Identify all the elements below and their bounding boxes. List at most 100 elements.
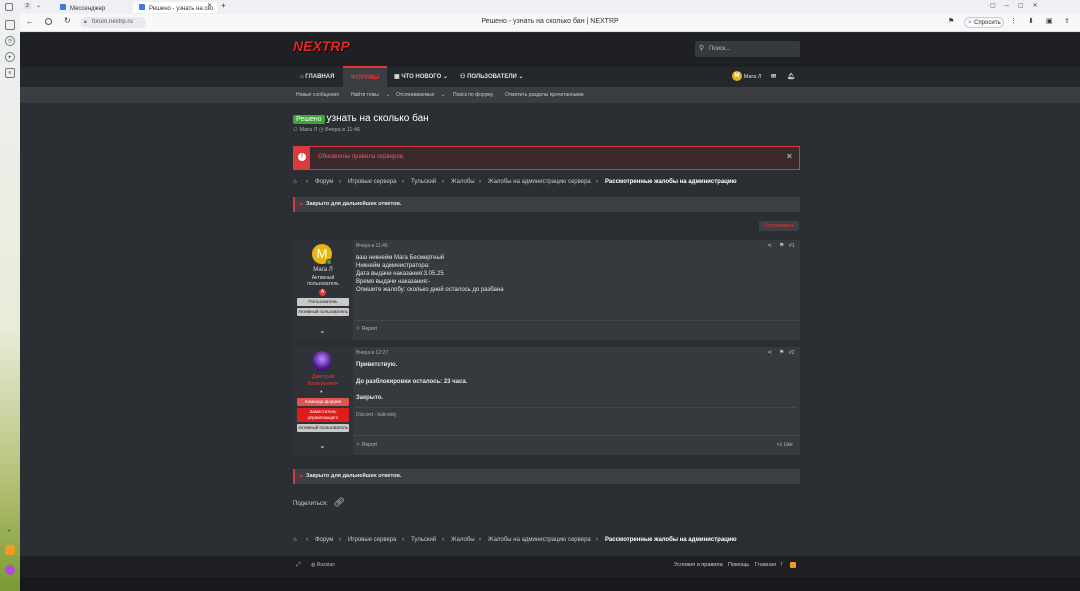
account-menu[interactable]: М Мага Л [732,67,761,87]
bookmark-icon[interactable]: ⚑ [779,349,784,356]
bell-icon[interactable]: 🔔︎ [787,67,795,87]
breadcrumb-current[interactable]: Рассмотренные жалобы на администрацию [605,179,737,185]
page-title-text: Решено - узнать на сколько бан | NEXTRP [481,18,619,25]
bookmark-icon[interactable]: ⚑ [779,242,784,249]
tab-forum[interactable]: Решено - узнать на ско [133,2,217,13]
messenger-icon [60,4,66,10]
breadcrumb-item[interactable]: Жалобы [451,179,475,185]
add-icon[interactable]: + [7,528,11,535]
breadcrumb-item[interactable]: Игровые сервера [348,537,396,543]
chevron-down-icon[interactable]: ⌄ [319,441,326,450]
breadcrumb-item[interactable]: Жалобы на администрацию сервера [488,537,591,543]
tab-list-chevron-icon[interactable]: ⌄ [36,2,41,9]
post-username[interactable]: Мага Л [293,267,353,273]
report-link[interactable]: ⚐ Report [356,326,377,332]
expand-icon[interactable]: ⤢ [296,562,301,569]
report-link[interactable]: ⚐ Report [356,442,377,448]
chevron-right-icon: › [442,179,444,185]
breadcrumb-item[interactable]: Форум [315,179,333,185]
ask-button[interactable]: ✧ Спросить [964,17,1004,28]
market-icon[interactable] [5,545,15,555]
history-icon[interactable]: ◷ [5,36,15,46]
user-icon: ⚇ [293,127,298,133]
breadcrumb: ⌂ › Форум › Игровые сервера › Тульский ›… [293,179,800,189]
subnav-watched[interactable]: Отслеживаемые [396,92,434,98]
arrow-up-icon[interactable]: ↑ [780,561,784,568]
language-chooser[interactable]: ◍ Russian [311,562,335,568]
back-icon[interactable]: ← [26,17,34,26]
share-icon[interactable]: ⋖ [767,242,772,249]
post-date[interactable]: Вчера в 12:27 [356,350,388,356]
chevron-right-icon: › [339,537,341,543]
nav-forums[interactable]: ФОРУМЫ [343,66,387,87]
downloads-icon[interactable]: ⬇ [1028,17,1034,25]
nav-users[interactable]: ⚇ ПОЛЬЗОВАТЕЛИ ⌄ [460,67,524,87]
footer-terms[interactable]: Условия и правила [674,562,723,568]
breadcrumb-item[interactable]: Игровые сервера [348,179,396,185]
like-button[interactable]: 👍︎ Like [777,442,793,448]
new-tab-icon[interactable]: + [221,1,226,10]
role-badge: Заместитель управляющего [297,408,349,422]
tab-counter[interactable]: 2 [24,3,31,9]
notice-banner: ! Обновлены правила серверов. ✕ [293,146,800,170]
reload-icon[interactable]: ↻ [64,16,71,25]
breadcrumb-home-icon[interactable]: ⌂ [293,537,297,543]
nav-home[interactable]: ⌂ ГЛАВНАЯ [300,67,334,87]
play-icon[interactable]: ▸ [5,52,15,62]
tab-close-icon[interactable]: ✕ [207,2,212,9]
sidebar-toggle-icon[interactable] [5,3,13,11]
address-bar-row: ← ↻ 🔒︎ forum.nextrp.ru Решено - узнать н… [20,14,1080,32]
lock-icon: ▲ [299,473,304,479]
footer-home[interactable]: Главная [755,562,776,568]
thread-author[interactable]: Мага Л [299,127,317,133]
breadcrumb-current[interactable]: Рассмотренные жалобы на администрацию [605,537,737,543]
url-field[interactable]: 🔒︎ forum.nextrp.ru [80,17,146,28]
nextrp-logo[interactable]: NEXTRP [293,38,350,54]
extensions-icon[interactable]: ▣ [1046,17,1053,25]
search-input[interactable]: ⚲ Поиск... [695,41,800,57]
main-nav: ⌂ ГЛАВНАЯ ФОРУМЫ ▣ ЧТО НОВОГО ⌄ ⚇ ПОЛЬЗО… [20,66,1080,87]
subnav-new-posts[interactable]: Новые сообщения [296,92,339,98]
closed-text: Закрыто для дальнейших ответов. [306,473,402,479]
breadcrumb-item[interactable]: Тульский [411,537,436,543]
share-row: Поделиться: 🔗︎ [293,497,345,508]
breadcrumb-item[interactable]: Жалобы на администрацию сервера [488,179,591,185]
thread-meta: ⚇ Мага Л ◷ Вчера в 11:46 [293,127,360,133]
avatar[interactable] [312,351,332,371]
menu-icon[interactable]: ⋮ [1010,17,1017,25]
subnav-find-threads[interactable]: Найти темы [351,92,379,98]
share-page-icon[interactable]: ⇪ [1064,17,1070,25]
post-number[interactable]: #1 [789,243,795,249]
footer-help[interactable]: Помощь [728,562,749,568]
breadcrumb-item[interactable]: Тульский [411,179,436,185]
tab-messenger[interactable]: Мессенджер [54,2,130,13]
search-icon: ⚲ [699,45,705,52]
notes-icon[interactable]: ≡ [5,68,15,78]
close-icon[interactable]: ✕ [786,152,793,161]
chevron-down-icon[interactable]: ⌄ [319,326,326,335]
post-footer-divider [354,435,800,436]
link-icon[interactable]: 🔗︎ [333,497,344,507]
ask-label: Спросить [974,20,1001,26]
footer-bottom-bar [20,577,1080,591]
breadcrumb-item[interactable]: Форум [315,537,333,543]
side-panel-icon[interactable] [5,20,15,30]
role-badge: Пользователь [297,298,349,306]
assistant-icon[interactable] [5,565,15,575]
post-line: Опишите жалобу: сколько дней осталось до… [356,287,504,293]
post-username[interactable]: Дмитрий Валерьевич [301,374,345,388]
breadcrumb-home-icon[interactable]: ⌂ [293,179,297,185]
post-date[interactable]: Вчера в 11:46 [356,243,388,249]
follow-button[interactable]: Отслеживать [759,221,799,231]
subnav-mark-read[interactable]: Отметить разделы прочитанными [505,92,584,98]
closed-text: Закрыто для дальнейших ответов. [306,201,402,207]
bookmark-icon[interactable]: ⚑ [948,17,954,25]
share-icon[interactable]: ⋖ [767,349,772,356]
subnav-search[interactable]: Поиск по форуму [453,92,493,98]
post-number[interactable]: #2 [789,350,795,356]
nav-whats-new[interactable]: ▣ ЧТО НОВОГО ⌄ [394,67,448,87]
breadcrumb-item[interactable]: Жалобы [451,537,475,543]
rss-icon[interactable] [790,562,796,568]
reader-icon[interactable] [45,18,52,25]
inbox-icon[interactable]: ✉ [771,67,776,87]
